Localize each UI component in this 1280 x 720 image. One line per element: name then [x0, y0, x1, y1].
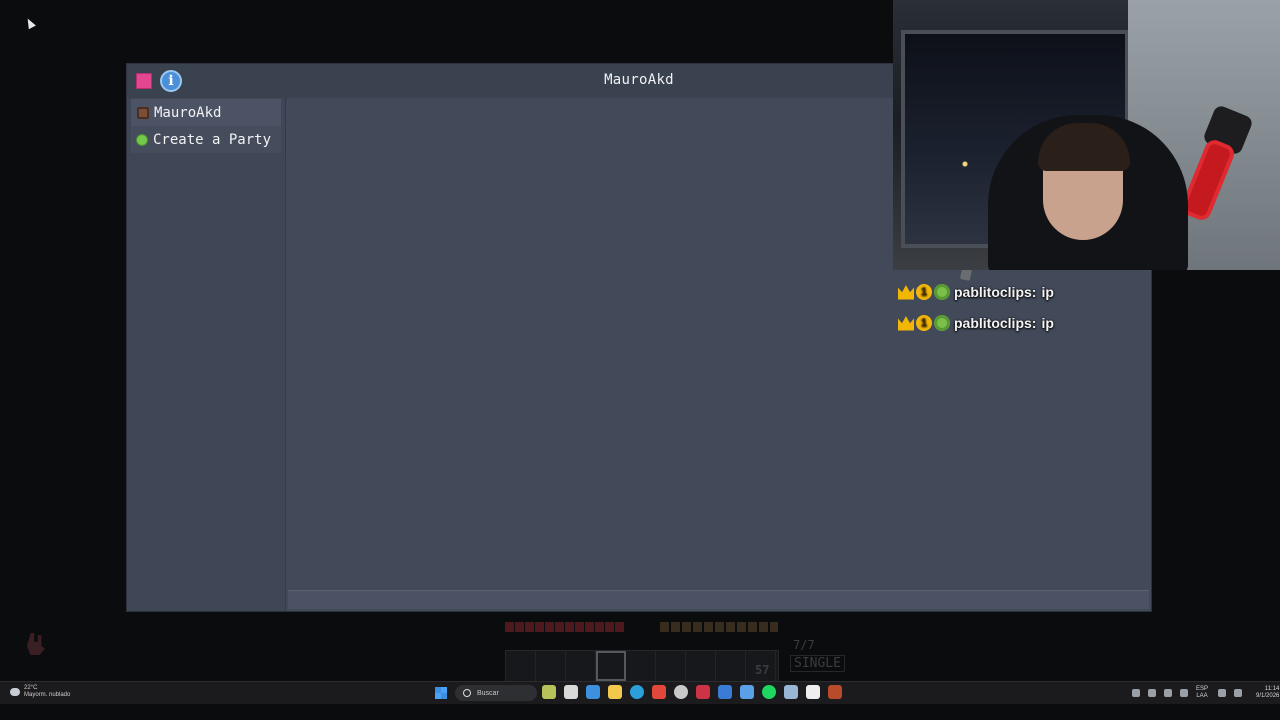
crown-badge-icon	[898, 316, 914, 331]
player-head-icon	[137, 106, 149, 119]
taskbar: 22°C Mayorm. nublado Buscar ESP LAA 11:1…	[0, 681, 1280, 704]
hand-icon	[27, 633, 45, 655]
sidebar-item-player[interactable]: MauroAkd	[131, 99, 281, 126]
creeper-badge-icon	[934, 283, 950, 300]
edge-icon[interactable]	[630, 685, 644, 699]
chat-text: ip	[1041, 314, 1054, 331]
crown-badge-icon	[898, 285, 914, 300]
task-view-icon[interactable]	[564, 685, 578, 699]
sidebar: MauroAkd Create a Party	[127, 98, 286, 611]
volume-icon[interactable]	[1234, 689, 1243, 697]
hotbar-slot[interactable]	[716, 651, 746, 681]
language-indicator[interactable]: ESP LAA	[1196, 686, 1208, 700]
clock-time: 11:14	[1264, 686, 1280, 692]
app-icon[interactable]	[696, 685, 710, 699]
hotbar-slot[interactable]	[566, 651, 596, 681]
chat-message: 1 pablitoclips: ip	[898, 307, 1158, 338]
badge-number: 1	[916, 283, 932, 300]
hotbar-slot-selected[interactable]	[596, 651, 626, 681]
taskbar-search[interactable]: Buscar	[455, 685, 537, 701]
lang-bottom: LAA	[1196, 693, 1208, 699]
weather-temp: 22°C	[24, 685, 38, 691]
network-icon[interactable]	[1218, 689, 1227, 697]
level-indicator: 7/7	[793, 638, 815, 652]
chat-username: pablitoclips:	[954, 314, 1037, 331]
epic-icon[interactable]	[806, 685, 820, 699]
hotbar-slot[interactable]	[626, 651, 656, 681]
weather-desc: Mayorm. nublado	[24, 692, 71, 698]
tray-app-icon[interactable]	[1164, 689, 1172, 697]
chat-overlay: 1 pablitoclips: ip 1 pablitoclips: ip	[898, 276, 1158, 338]
mouse-cursor-icon	[24, 16, 36, 30]
lang-top: ESP	[1196, 686, 1209, 692]
item-count: 57	[755, 663, 770, 677]
notepad-icon[interactable]	[740, 685, 754, 699]
sidebar-item-label: Create a Party	[153, 131, 272, 148]
sidebar-item-create-party[interactable]: Create a Party	[131, 126, 281, 153]
mode-label: SINGLE	[790, 655, 845, 672]
widgets-icon[interactable]	[542, 685, 556, 699]
code-icon[interactable]	[718, 685, 732, 699]
clock[interactable]: 11:14 9/1/2026	[1256, 686, 1279, 700]
file-explorer-icon[interactable]	[608, 685, 622, 699]
creeper-badge-icon	[934, 314, 950, 331]
hotbar-slot[interactable]	[536, 651, 566, 681]
hotbar-slot[interactable]	[686, 651, 716, 681]
badge-number: 1	[916, 314, 932, 331]
minecraft-icon[interactable]	[828, 685, 842, 699]
brave-icon[interactable]	[652, 685, 666, 699]
windows-start-icon[interactable]	[435, 687, 447, 699]
store-icon[interactable]	[586, 685, 600, 699]
green-dot-icon	[137, 134, 147, 145]
message-input[interactable]	[288, 590, 1149, 609]
chat-username: pablitoclips:	[954, 283, 1037, 300]
taskbar-apps	[542, 685, 850, 699]
spotify-icon[interactable]	[762, 685, 776, 699]
clock-date: 9/1/2026	[1256, 693, 1280, 699]
hotbar	[505, 650, 779, 682]
system-tray: ESP LAA 11:14 9/1/2026	[1132, 686, 1279, 700]
hunger-bar-icon	[660, 622, 778, 632]
sidebar-item-label: MauroAkd	[154, 104, 222, 121]
chat-text: ip	[1041, 283, 1054, 300]
chevron-up-icon[interactable]	[1132, 689, 1140, 697]
weather-widget[interactable]: 22°C Mayorm. nublado	[10, 685, 70, 699]
tray-app-icon[interactable]	[1148, 689, 1156, 697]
webcam-overlay	[893, 0, 1280, 270]
chrome-icon[interactable]	[674, 685, 688, 699]
search-placeholder: Buscar	[477, 689, 499, 697]
streamer	[988, 95, 1188, 270]
steam-icon[interactable]	[784, 685, 798, 699]
cloud-icon	[10, 688, 20, 696]
hotbar-slot[interactable]	[506, 651, 536, 681]
hotbar-slot[interactable]	[656, 651, 686, 681]
health-hearts-icon	[505, 622, 625, 632]
chat-message: 1 pablitoclips: ip	[898, 276, 1158, 307]
tray-app-icon[interactable]	[1180, 689, 1188, 697]
search-icon	[463, 689, 471, 697]
